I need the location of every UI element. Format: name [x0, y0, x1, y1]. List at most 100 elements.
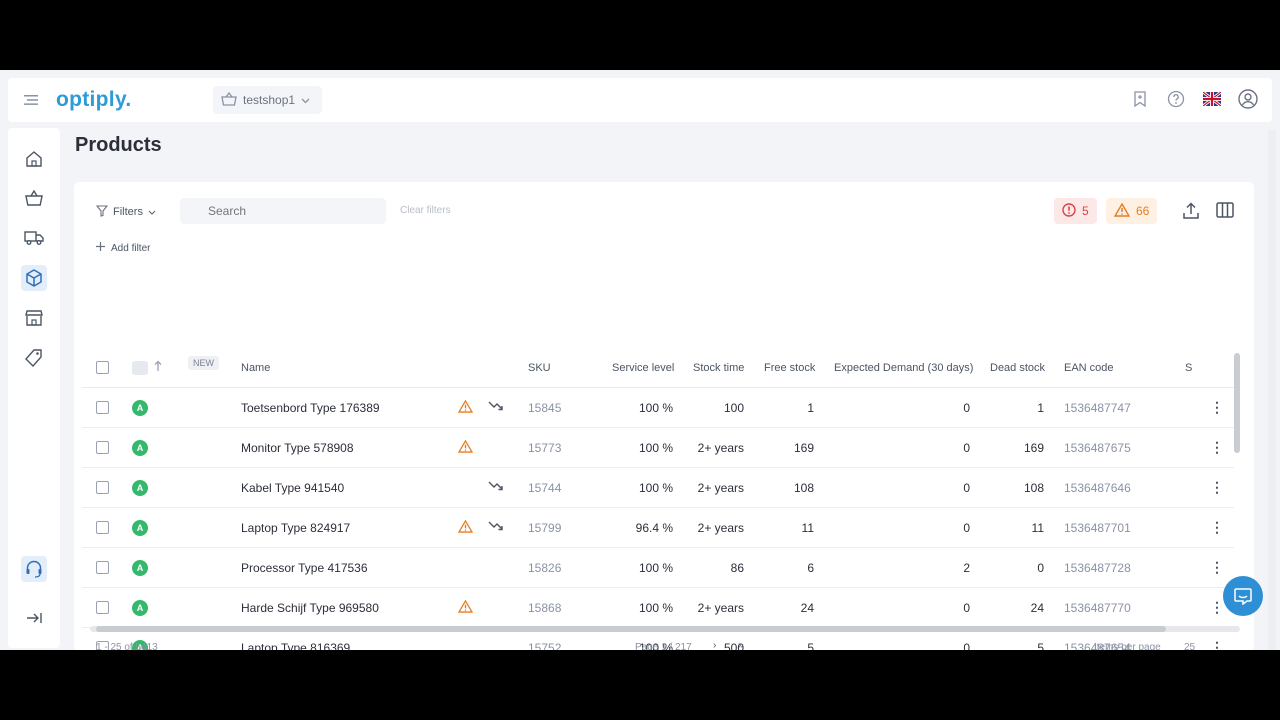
sort-icon[interactable] — [154, 360, 162, 375]
row-checkbox[interactable] — [96, 401, 109, 414]
col-free-stock[interactable]: Free stock — [764, 362, 815, 374]
col-name[interactable]: Name — [241, 362, 270, 374]
sidebar — [8, 128, 60, 648]
basket-icon — [221, 91, 237, 109]
product-name[interactable]: Kabel Type 941540 — [241, 481, 344, 495]
free-stock: 1 — [807, 401, 814, 415]
table-vertical-scrollbar[interactable] — [1234, 353, 1240, 453]
expected-demand: 0 — [963, 521, 970, 535]
sku: 15744 — [528, 481, 562, 495]
warning-badge[interactable]: 66 — [1106, 198, 1158, 224]
service-level: 100 % — [638, 561, 673, 575]
kebab-icon[interactable]: ⋮ — [1210, 559, 1224, 576]
next-page-icon[interactable]: › — [713, 640, 716, 650]
warning-icon[interactable] — [457, 399, 474, 416]
trend-down-icon[interactable] — [488, 480, 504, 495]
kebab-icon[interactable]: ⋮ — [1210, 399, 1224, 416]
search-input[interactable] — [180, 198, 386, 224]
box-icon[interactable] — [21, 265, 47, 291]
bookmark-icon[interactable] — [1130, 89, 1150, 109]
last-page-icon[interactable]: » — [738, 640, 744, 650]
app-window: optiply. testshop1 Products Filters Sear… — [0, 70, 1280, 650]
service-level: 100 % — [638, 601, 673, 615]
product-name[interactable]: Laptop Type 824917 — [241, 521, 350, 535]
col-expected-demand[interactable]: Expected Demand (30 days) — [834, 362, 973, 374]
table-row[interactable]: A Monitor Type 578908 15773 100 % 2+ years 16… — [82, 428, 1234, 468]
col-sku[interactable]: SKU — [528, 362, 551, 374]
ean-code: 1536487701 — [1064, 521, 1131, 535]
headset-icon[interactable] — [21, 556, 47, 582]
columns-icon[interactable] — [1216, 202, 1234, 223]
kebab-icon[interactable]: ⋮ — [1210, 479, 1224, 496]
select-all-checkbox[interactable] — [96, 361, 109, 374]
product-name[interactable]: Harde Schijf Type 969580 — [241, 601, 379, 615]
clear-filters-button[interactable]: Clear filters — [400, 205, 451, 216]
free-stock: 6 — [807, 561, 814, 575]
grade-badge: A — [132, 560, 148, 576]
add-filter-label: Add filter — [111, 242, 151, 254]
dead-stock: 1 — [1037, 401, 1044, 415]
grade-column-icon[interactable] — [132, 361, 148, 375]
items-per-page-select[interactable]: 25 — [1184, 642, 1195, 650]
store-icon[interactable] — [21, 305, 47, 331]
expected-demand: 0 — [963, 601, 970, 615]
kebab-icon[interactable]: ⋮ — [1210, 439, 1224, 456]
grade-badge: A — [132, 600, 148, 616]
row-checkbox[interactable] — [96, 521, 109, 534]
table-row[interactable]: A Laptop Type 824917 15799 96.4 % 2+ years 11… — [82, 508, 1234, 548]
sku: 15826 — [528, 561, 562, 575]
grade-badge: A — [132, 440, 148, 456]
ean-code: 1536487770 — [1064, 601, 1131, 615]
kebab-icon[interactable]: ⋮ — [1210, 519, 1224, 536]
filters-label: Filters — [113, 206, 143, 218]
uk-flag-icon[interactable] — [1202, 89, 1222, 109]
shop-selector[interactable]: testshop1 — [213, 86, 323, 114]
help-icon[interactable] — [1166, 89, 1186, 109]
ean-code: 1536487675 — [1064, 441, 1131, 455]
table-header: NEW Name SKU Service level Stock time Fr… — [82, 348, 1234, 388]
filters-button[interactable]: Filters — [95, 202, 156, 222]
row-checkbox[interactable] — [96, 561, 109, 574]
horizontal-scrollbar[interactable] — [90, 626, 1240, 632]
truck-icon[interactable] — [21, 225, 47, 251]
table-row[interactable]: A Processor Type 417536 15826 100 % 86 6 2 0 153… — [82, 548, 1234, 588]
row-checkbox[interactable] — [96, 481, 109, 494]
product-name[interactable]: Processor Type 417536 — [241, 561, 368, 575]
col-stock-time[interactable]: Stock time — [693, 362, 744, 374]
chat-icon[interactable] — [1223, 576, 1263, 616]
tag-icon[interactable] — [21, 345, 47, 371]
warning-icon[interactable] — [457, 439, 474, 456]
col-ean[interactable]: EAN code — [1064, 362, 1114, 374]
collapse-icon[interactable] — [21, 605, 47, 631]
shop-name: testshop1 — [243, 93, 296, 107]
product-name[interactable]: Toetsenbord Type 176389 — [241, 401, 380, 415]
horizontal-scrollbar-thumb[interactable] — [96, 626, 1166, 632]
grade-badge: A — [132, 480, 148, 496]
table-row[interactable]: A Kabel Type 941540 15744 100 % 2+ years 108 0… — [82, 468, 1234, 508]
free-stock: 24 — [800, 601, 814, 615]
expected-demand: 0 — [963, 401, 970, 415]
col-service-level[interactable]: Service level — [612, 362, 674, 374]
warning-icon[interactable] — [457, 599, 474, 616]
row-checkbox[interactable] — [96, 441, 109, 454]
product-name[interactable]: Monitor Type 578908 — [241, 441, 354, 455]
kebab-icon[interactable]: ⋮ — [1210, 599, 1224, 616]
page-scrollbar[interactable] — [1268, 130, 1276, 650]
dead-stock: 108 — [1023, 481, 1044, 495]
col-extra[interactable]: S — [1185, 362, 1192, 374]
add-filter-button[interactable]: Add filter — [96, 242, 150, 254]
table-row[interactable]: A Harde Schijf Type 969580 15868 100 % 2+ ye… — [82, 588, 1234, 628]
export-icon[interactable] — [1182, 202, 1200, 225]
table-row[interactable]: A Toetsenbord Type 176389 15845 100 % 100 1 0 1… — [82, 388, 1234, 428]
row-checkbox[interactable] — [96, 601, 109, 614]
error-badge[interactable]: 5 — [1054, 198, 1097, 224]
menu-icon[interactable] — [24, 93, 38, 109]
basket-icon[interactable] — [21, 185, 47, 211]
dead-stock: 24 — [1030, 601, 1044, 615]
trend-down-icon[interactable] — [488, 520, 504, 535]
warning-icon[interactable] — [457, 519, 474, 536]
user-icon[interactable] — [1238, 89, 1258, 109]
col-dead-stock[interactable]: Dead stock — [990, 362, 1045, 374]
trend-down-icon[interactable] — [488, 400, 504, 415]
home-icon[interactable] — [21, 146, 47, 172]
